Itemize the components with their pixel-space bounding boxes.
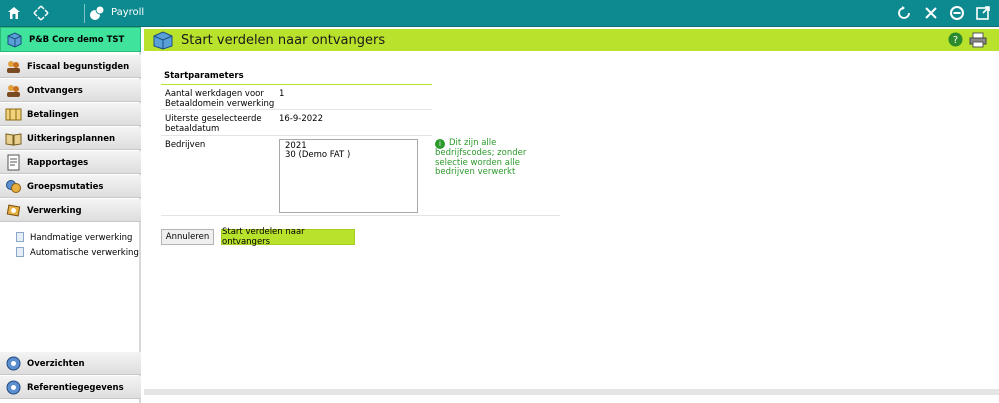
tools-icon[interactable] [921, 3, 941, 23]
sidebar-item-verwerking[interactable]: Verwerking [0, 199, 141, 222]
cube-icon [6, 31, 23, 51]
ledger-icon [5, 106, 22, 123]
help-icon[interactable]: ? [948, 32, 963, 50]
people-icon [5, 58, 22, 75]
field-label-line: Betaaldomein verwerking [165, 99, 275, 109]
home-icon[interactable] [4, 3, 24, 23]
hint-text: Dit zijn alle bedrijfscodes; zonder sele… [435, 138, 527, 177]
sidebar-item-label: Verwerking [27, 206, 82, 216]
sidebar-subitem-automatische-verwerking[interactable]: Automatische verwerking [16, 247, 139, 258]
document-icon [16, 232, 24, 242]
sidebar-item-label: Fiscaal begunstigden [27, 62, 130, 72]
coins-icon [5, 178, 22, 195]
row-divider [161, 135, 432, 136]
fullscreen-icon[interactable] [31, 3, 51, 23]
sidebar-item-label: Uitkeringsplannen [27, 134, 116, 144]
start-distribution-button[interactable]: Start verdelen naar ontvangers [221, 227, 355, 247]
toolbar-separator [84, 4, 85, 23]
field-label-workdays: Aantal werkdagen voor Betaaldomein verwe… [165, 89, 274, 109]
sidebar-item-label: Referentiegegevens [27, 383, 124, 393]
companies-listbox[interactable]: 2021 30 (Demo FAT ) [279, 139, 418, 213]
sidebar-subitem-handmatige-verwerking[interactable]: Handmatige verwerking [16, 232, 132, 243]
sidebar-item-overzichten[interactable]: Overzichten [0, 352, 141, 375]
field-label-line: Uiterste geselecteerde [165, 114, 262, 124]
page-title-bar: Start verdelen naar ontvangers ? [144, 29, 999, 51]
refresh-icon[interactable] [894, 3, 914, 23]
document-icon [16, 247, 24, 257]
top-bar: Payroll [0, 0, 999, 27]
sidebar-item-referentiegegevens[interactable]: Referentiegegevens [0, 376, 141, 399]
payroll-app-icon [87, 3, 107, 23]
sidebar-item-label: Betalingen [27, 110, 79, 120]
print-icon[interactable] [969, 32, 987, 51]
sidebar-header-label: P&B Core demo TST [29, 35, 125, 45]
section-title: Startparameters [164, 71, 244, 81]
app-title: Payroll [111, 7, 145, 18]
sidebar: P&B Core demo TST Fiscaal begunstigden O… [0, 27, 141, 403]
gear-icon [5, 355, 22, 372]
sidebar-item-label: Overzichten [27, 359, 85, 369]
sidebar-subitem-label: Handmatige verwerking [30, 233, 133, 243]
sidebar-item-label: Groepsmutaties [27, 182, 104, 192]
row-divider [161, 109, 432, 110]
field-value-payment-date: 16-9-2022 [279, 114, 323, 124]
sidebar-item-fiscaal-begunstigden[interactable]: Fiscaal begunstigden [0, 55, 141, 78]
sidebar-item-groepsmutaties[interactable]: Groepsmutaties [0, 175, 141, 198]
export-icon[interactable] [973, 3, 993, 23]
field-label-payment-date: Uiterste geselecteerde betaaldatum [165, 114, 262, 134]
process-icon [5, 202, 22, 219]
page-title: Start verdelen naar ontvangers [181, 33, 386, 48]
sidebar-item-betalingen[interactable]: Betalingen [0, 103, 141, 126]
sidebar-item-uitkeringsplannen[interactable]: Uitkeringsplannen [0, 127, 141, 150]
field-label-line: betaaldatum [165, 124, 220, 134]
field-label-line: Aantal werkdagen voor [165, 89, 264, 99]
sidebar-subitem-label: Automatische verwerking [30, 248, 139, 258]
report-icon [5, 154, 22, 171]
field-label-companies: Bedrijven [165, 140, 206, 150]
sidebar-item-rapportages[interactable]: Rapportages [0, 151, 141, 174]
section-divider [161, 84, 432, 85]
field-value-workdays: 1 [279, 89, 285, 99]
cube-icon [152, 30, 174, 53]
cancel-button[interactable]: Annuleren [161, 229, 214, 245]
sidebar-header[interactable]: P&B Core demo TST [0, 27, 141, 52]
listbox-option[interactable]: 30 (Demo FAT ) [285, 151, 412, 160]
gear-icon [5, 379, 22, 396]
sidebar-item-label: Rapportages [27, 158, 89, 168]
sidebar-item-ontvangers[interactable]: Ontvangers [0, 79, 141, 102]
svg-text:?: ? [953, 35, 958, 46]
sidebar-item-label: Ontvangers [27, 86, 83, 96]
people-icon [5, 82, 22, 99]
logout-icon[interactable] [947, 3, 967, 23]
companies-hint: i Dit zijn alle bedrijfscodes; zonder sel… [435, 138, 545, 178]
row-divider [161, 215, 560, 216]
book-icon [5, 130, 22, 147]
